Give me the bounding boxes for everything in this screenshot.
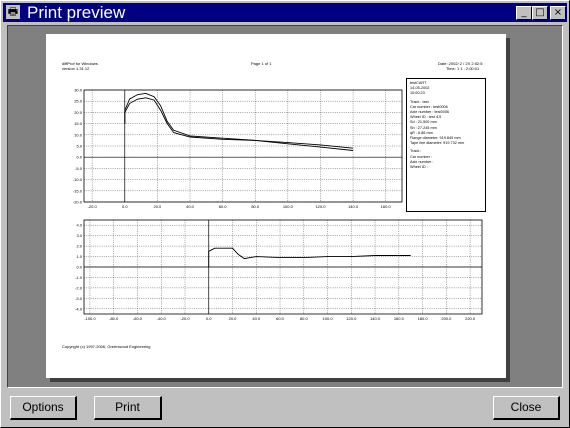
x-tick-label: 60.0	[219, 204, 228, 209]
y-tick-label: -10.0	[73, 177, 83, 182]
x-tick-label: -40.0	[157, 316, 167, 321]
x-tick-label: 80.0	[251, 204, 260, 209]
y-tick-label: -3.0	[75, 296, 83, 301]
page-header-right-2: Time: 1 1 : 2:00:01	[446, 66, 480, 71]
x-tick-label: 180.0	[418, 316, 429, 321]
info-line: 10:00:23	[410, 91, 425, 96]
info-line: 14-05-2002	[410, 86, 430, 91]
preview-area[interactable]: diffProf for Windows version 1.31.12 Pag…	[7, 25, 563, 388]
close-window-button[interactable]: ×	[550, 6, 566, 20]
y-tick-label: 3.0	[76, 233, 82, 238]
info-line: Track : test	[410, 99, 429, 104]
y-tick-label: -1.0	[75, 275, 83, 280]
x-tick-label: 140.0	[370, 316, 381, 321]
x-tick-label: 160.0	[394, 316, 405, 321]
y-tick-label: 0.0	[76, 265, 82, 270]
info-line: Tape line diameter: 919.732 mm	[410, 141, 465, 146]
x-tick-label: 40.0	[186, 204, 195, 209]
x-tick-label: 140.0	[348, 204, 359, 209]
y-tick-label: 5.0	[76, 144, 82, 149]
x-tick-label: -80.0	[109, 316, 119, 321]
y-tick-label: -2.0	[75, 285, 83, 290]
info-line: Flange diameter: 919.845 mm	[410, 136, 461, 140]
info-line: Car number :	[410, 154, 433, 159]
title-bar[interactable]: 🖶 Print preview _ □ ×	[3, 3, 567, 22]
page-footer: Copyright (c) 1997-2006, Greenwood Engin…	[62, 344, 151, 349]
x-tick-label: -60.0	[133, 316, 143, 321]
x-tick-label: 120.0	[315, 204, 326, 209]
info-line: Car number : test0006	[410, 104, 448, 109]
x-tick-label: 20.0	[153, 204, 162, 209]
x-tick-label: 160.0	[381, 204, 392, 209]
x-tick-label: 40.0	[252, 316, 261, 321]
info-line: Wheel ID :	[410, 165, 428, 169]
y-tick-label: 10.0	[74, 132, 83, 137]
page-header-center: Page 1 of 1	[251, 61, 272, 66]
y-tick-label: 15.0	[74, 121, 83, 126]
x-tick-label: 80.0	[300, 316, 309, 321]
y-tick-label: 30.0	[74, 88, 83, 93]
x-tick-label: 220.0	[465, 316, 476, 321]
x-tick-label: -20.0	[180, 316, 190, 321]
x-tick-label: 100.0	[283, 204, 294, 209]
print-button-label: Print	[115, 400, 140, 414]
x-tick-label: -20.0	[88, 204, 98, 209]
info-line: Axle number :	[410, 159, 434, 164]
x-tick-label: 20.0	[229, 316, 238, 321]
y-tick-label: -20.0	[73, 200, 83, 205]
window-title: Print preview	[27, 3, 126, 22]
info-line: Sd : 21.500 mm	[410, 120, 437, 125]
maximize-button[interactable]: □	[532, 6, 548, 20]
y-tick-label: 0.0	[76, 155, 82, 160]
y-tick-label: 1.0	[76, 254, 82, 259]
printer-icon: 🖶	[6, 5, 20, 19]
top-profile-chart: -20.0 0.0 20.0 40.0 60.0 80.0 100.0 120.0 140.0 1…	[73, 88, 403, 209]
info-line: Track :	[410, 149, 422, 154]
y-tick-label: -15.0	[73, 188, 83, 193]
x-tick-label: 200.0	[441, 316, 452, 321]
bottom-profile-chart: -100.0 -80.0 -60.0 -40.0 -20.0 0.0 20.0 40.0 60.…	[75, 219, 483, 321]
info-line: Sh : 27.245 mm	[410, 125, 437, 130]
y-tick-label: 20.0	[74, 110, 83, 115]
x-tick-label: 120.0	[346, 316, 357, 321]
minimize-button[interactable]: _	[516, 6, 532, 20]
y-tick-label: 4.0	[76, 223, 82, 228]
info-line: Axle number : test0006	[410, 110, 450, 114]
close-button[interactable]: Close	[493, 396, 560, 420]
y-tick-label: -5.0	[75, 166, 83, 171]
info-line: Wheel ID : test 4.5	[410, 115, 442, 120]
page-header-left-2: version 1.31.12	[62, 66, 90, 71]
y-tick-label: 25.0	[74, 99, 83, 104]
x-tick-label: 0.0	[206, 316, 212, 321]
x-tick-label: 100.0	[323, 316, 334, 321]
x-tick-label: 60.0	[276, 316, 285, 321]
y-tick-label: 2.0	[76, 244, 82, 249]
info-line: testCART	[410, 81, 427, 85]
print-preview-window: 🖶 Print preview _ □ × diffProf for Windo…	[0, 0, 570, 428]
x-tick-label: -100.0	[84, 316, 96, 321]
print-button[interactable]: Print	[94, 396, 162, 420]
options-button-label: Options	[22, 400, 64, 414]
options-button[interactable]: Options	[10, 396, 77, 420]
preview-page: diffProf for Windows version 1.31.12 Pag…	[46, 34, 506, 378]
close-button-label: Close	[510, 400, 542, 414]
x-tick-label: 0.0	[122, 204, 128, 209]
info-line: qR : 6.86 mm	[410, 130, 433, 135]
info-panel: testCART 14-05-2002 10:00:23 Track : test Ca…	[406, 78, 486, 212]
y-tick-label: -4.0	[75, 306, 83, 311]
